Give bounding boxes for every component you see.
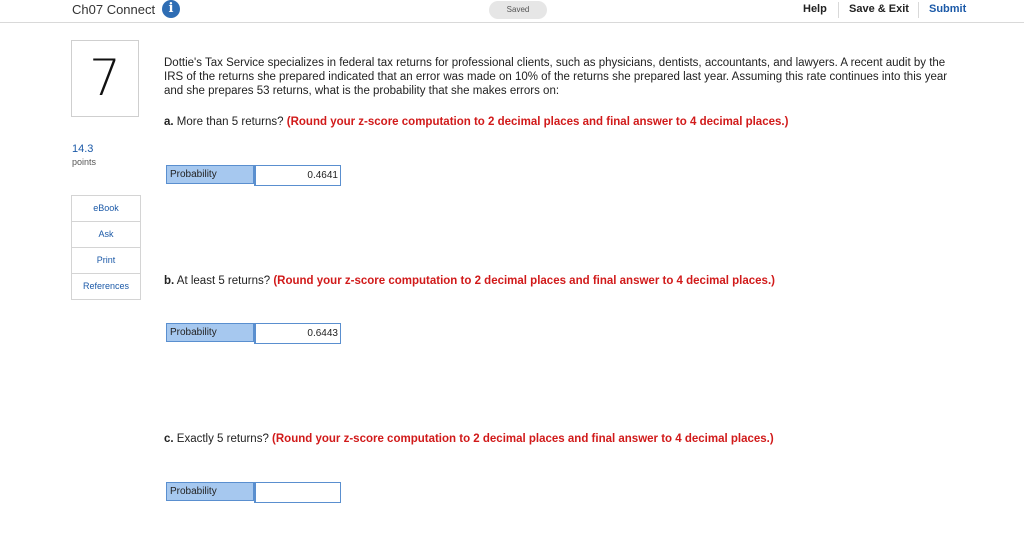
probability-input-b[interactable]	[254, 323, 341, 344]
part-label: c.	[164, 433, 174, 445]
ask-link[interactable]: Ask	[72, 222, 140, 248]
answer-row-c: Probability	[166, 482, 341, 503]
part-prompt: More than 5 returns?	[176, 116, 284, 128]
probability-label: Probability	[166, 323, 254, 342]
rounding-instruction: (Round your z-score computation to 2 dec…	[286, 116, 789, 128]
part-a-prompt: a. More than 5 returns? (Round your z-sc…	[164, 116, 788, 128]
help-button[interactable]: Help	[803, 3, 827, 15]
question-number: 7	[71, 40, 139, 117]
part-prompt: Exactly 5 returns?	[176, 433, 269, 445]
rounding-instruction: (Round your z-score computation to 2 dec…	[272, 433, 774, 445]
resources-panel: eBook Ask Print References	[71, 195, 141, 300]
save-exit-button[interactable]: Save & Exit	[849, 3, 909, 15]
answer-row-a: Probability	[166, 165, 341, 186]
probability-label: Probability	[166, 165, 254, 184]
points-label: points	[72, 157, 97, 167]
part-label: b.	[164, 275, 175, 287]
top-bar: Ch07 Connect i Saved Help Save & Exit Su…	[0, 0, 1024, 23]
part-prompt: At least 5 returns?	[176, 275, 271, 287]
probability-input-c[interactable]	[254, 482, 341, 503]
answer-row-b: Probability	[166, 323, 341, 344]
ebook-link[interactable]: eBook	[72, 196, 140, 222]
part-label: a.	[164, 116, 174, 128]
assignment-title: Ch07 Connect	[72, 2, 156, 17]
rounding-instruction: (Round your z-score computation to 2 dec…	[273, 275, 775, 287]
part-b-prompt: b. At least 5 returns? (Round your z-sco…	[164, 275, 775, 287]
saved-status-badge: Saved	[489, 1, 547, 19]
probability-label: Probability	[166, 482, 254, 501]
probability-input-a[interactable]	[254, 165, 341, 186]
print-link[interactable]: Print	[72, 248, 140, 274]
divider	[838, 2, 839, 18]
part-c-prompt: c. Exactly 5 returns? (Round your z-scor…	[164, 433, 774, 445]
info-icon[interactable]: i	[162, 0, 180, 18]
question-text: Dottie's Tax Service specializes in fede…	[164, 57, 948, 97]
submit-button[interactable]: Submit	[929, 3, 966, 15]
references-link[interactable]: References	[72, 274, 140, 299]
divider	[918, 2, 919, 18]
points-value: 14.3	[72, 143, 94, 155]
